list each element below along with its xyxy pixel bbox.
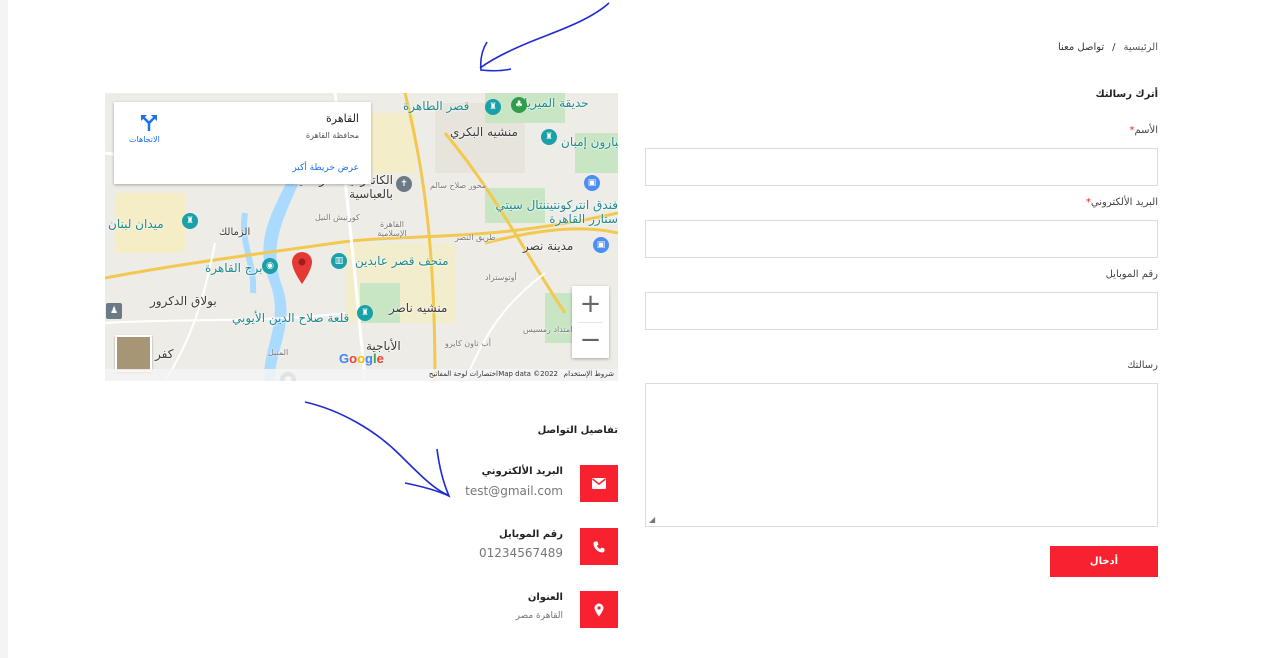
email-field[interactable] <box>645 220 1158 258</box>
contact-email-label: البريد الألكتروني <box>481 466 563 477</box>
phone-icon <box>593 541 605 552</box>
zoom-control: + − <box>572 286 609 358</box>
church-icon[interactable]: ✝ <box>396 176 412 192</box>
camera-icon[interactable]: ◉ <box>262 258 278 274</box>
submit-button[interactable]: أدخال <box>1050 546 1158 577</box>
landmark-icon[interactable]: ♜ <box>357 305 373 321</box>
contact-address-label: العنوان <box>527 592 563 603</box>
breadcrumb-home[interactable]: الرئيسية <box>1124 42 1158 53</box>
map-label-uptown: أب تاون كايرو <box>445 339 491 348</box>
map-label-manshiet-nasser: منشيه ناصر <box>389 301 448 315</box>
name-label: الأسم* <box>1129 125 1158 136</box>
google-logo: Google <box>339 351 384 366</box>
name-label-text: الأسم <box>1134 125 1158 136</box>
terms-link[interactable]: شروط الإستخدام <box>564 370 614 378</box>
info-city: القاهرة <box>326 112 359 125</box>
zoom-in-button[interactable]: + <box>572 286 609 322</box>
resize-grip-icon[interactable]: ◢ <box>649 515 655 524</box>
mobile-field[interactable] <box>645 292 1158 330</box>
museum-icon[interactable]: ▥ <box>331 253 347 269</box>
landmark-icon[interactable]: ♜ <box>182 213 198 229</box>
map-label-qubba: قصر الطاهرة <box>403 99 470 113</box>
map-label-islamic-cairo: القاهرة الإسلامية <box>377 220 407 238</box>
landmark-icon[interactable]: ♜ <box>485 99 501 115</box>
map-pin-icon <box>594 603 604 616</box>
map-label-nasr-city: مدينة نصر <box>523 239 574 253</box>
info-governorate: محافظة القاهرة <box>305 131 359 140</box>
page-left-edge <box>0 0 8 658</box>
map-label-corniche: كورنيش النيل <box>315 213 360 222</box>
landmark-icon[interactable]: ♜ <box>541 129 557 145</box>
map-label-abdeen: متحف قصر عابدين <box>355 254 449 268</box>
directions-label[interactable]: الاتجاهات <box>129 135 160 144</box>
shortcuts-link[interactable]: اختصارات لوحة المفاتيح <box>429 370 498 378</box>
contact-details-title: تفاصيل التواصل <box>537 425 618 436</box>
map-label-kafr: كفر <box>155 347 174 361</box>
map-label-citadel: قلعة صلاح الدين الأيوبي <box>232 311 350 325</box>
email-icon-box <box>580 465 618 502</box>
contact-address-value: القاهرة مصر <box>515 611 563 621</box>
map-label-salem-axis: محور صلاح سالم <box>430 181 487 190</box>
mobile-label: رقم الموبايل <box>1105 269 1158 280</box>
map-marker-icon[interactable] <box>290 251 314 285</box>
form-title: أترك رسالتك <box>1095 89 1158 100</box>
map-label-cairo-tower: برج القاهرة <box>205 261 263 275</box>
directions-icon[interactable] <box>140 114 158 132</box>
breadcrumb-current: تواصل معنا <box>1057 42 1105 53</box>
map-label-manial: المنيل <box>268 348 289 357</box>
map-label-manshiet-bakry: منشيه البكري <box>450 125 518 139</box>
contact-email-value[interactable]: test@gmail.com <box>465 484 563 498</box>
contact-phone-value[interactable]: 01234567489 <box>479 546 563 560</box>
message-textarea[interactable]: ◢ <box>645 383 1158 527</box>
envelope-icon <box>592 478 606 489</box>
map-attribution: شروط الإستخدام Map data ©2022 اختصارات ل… <box>105 369 618 381</box>
address-icon-box <box>580 591 618 628</box>
name-field[interactable] <box>645 148 1158 186</box>
contact-phone-label: رقم الموبايل <box>499 529 563 540</box>
map-label-bulaq: بولاق الدكرور <box>150 294 217 308</box>
shopping-icon[interactable]: ▣ <box>584 175 600 191</box>
pegman-icon[interactable]: ♟ <box>106 303 122 319</box>
annotation-arrow-bottom <box>304 401 449 496</box>
annotation-arrowhead-top <box>479 41 512 72</box>
email-label: البريد الألكتروني* <box>1086 197 1158 208</box>
annotation-arrow-top <box>479 2 610 69</box>
map-label-autostrad: أوتوستراد <box>485 273 517 282</box>
park-icon[interactable]: ♣ <box>511 97 527 113</box>
zoom-out-button[interactable]: − <box>572 322 609 358</box>
shopping-icon[interactable]: ▣ <box>593 237 609 253</box>
map-info-card: القاهرة محافظة القاهرة عرض خريطة أكبر ال… <box>114 102 371 184</box>
map-label-lebanon-sq: ميدان لبنان <box>108 217 164 231</box>
larger-map-link[interactable]: عرض خريطة أكبر <box>292 163 359 173</box>
map-label-ramses: امتداد رمسيس <box>523 325 573 334</box>
breadcrumb: الرئيسية / تواصل معنا <box>1058 42 1158 53</box>
breadcrumb-separator: / <box>1112 42 1116 53</box>
phone-icon-box <box>580 528 618 565</box>
google-map[interactable]: حديقة الميريلاند قصر الطاهرة منشيه البكر… <box>105 93 618 381</box>
map-label-nasr-road: طريق النصر <box>455 233 496 242</box>
map-data-text: Map data ©2022 <box>498 370 558 378</box>
map-label-intercontinental: فندق انتركونتيننتال سيتي ستارز القاهرة <box>495 198 618 226</box>
email-label-text: البريد الألكتروني <box>1090 197 1158 208</box>
map-label-baron: قصر البارون إمبان <box>561 135 618 149</box>
annotation-arrowhead-bottom <box>404 448 451 498</box>
satellite-toggle[interactable] <box>115 335 152 372</box>
map-label-zamalek: الزمالك <box>219 227 251 238</box>
message-label: رسالتك <box>1127 360 1158 371</box>
